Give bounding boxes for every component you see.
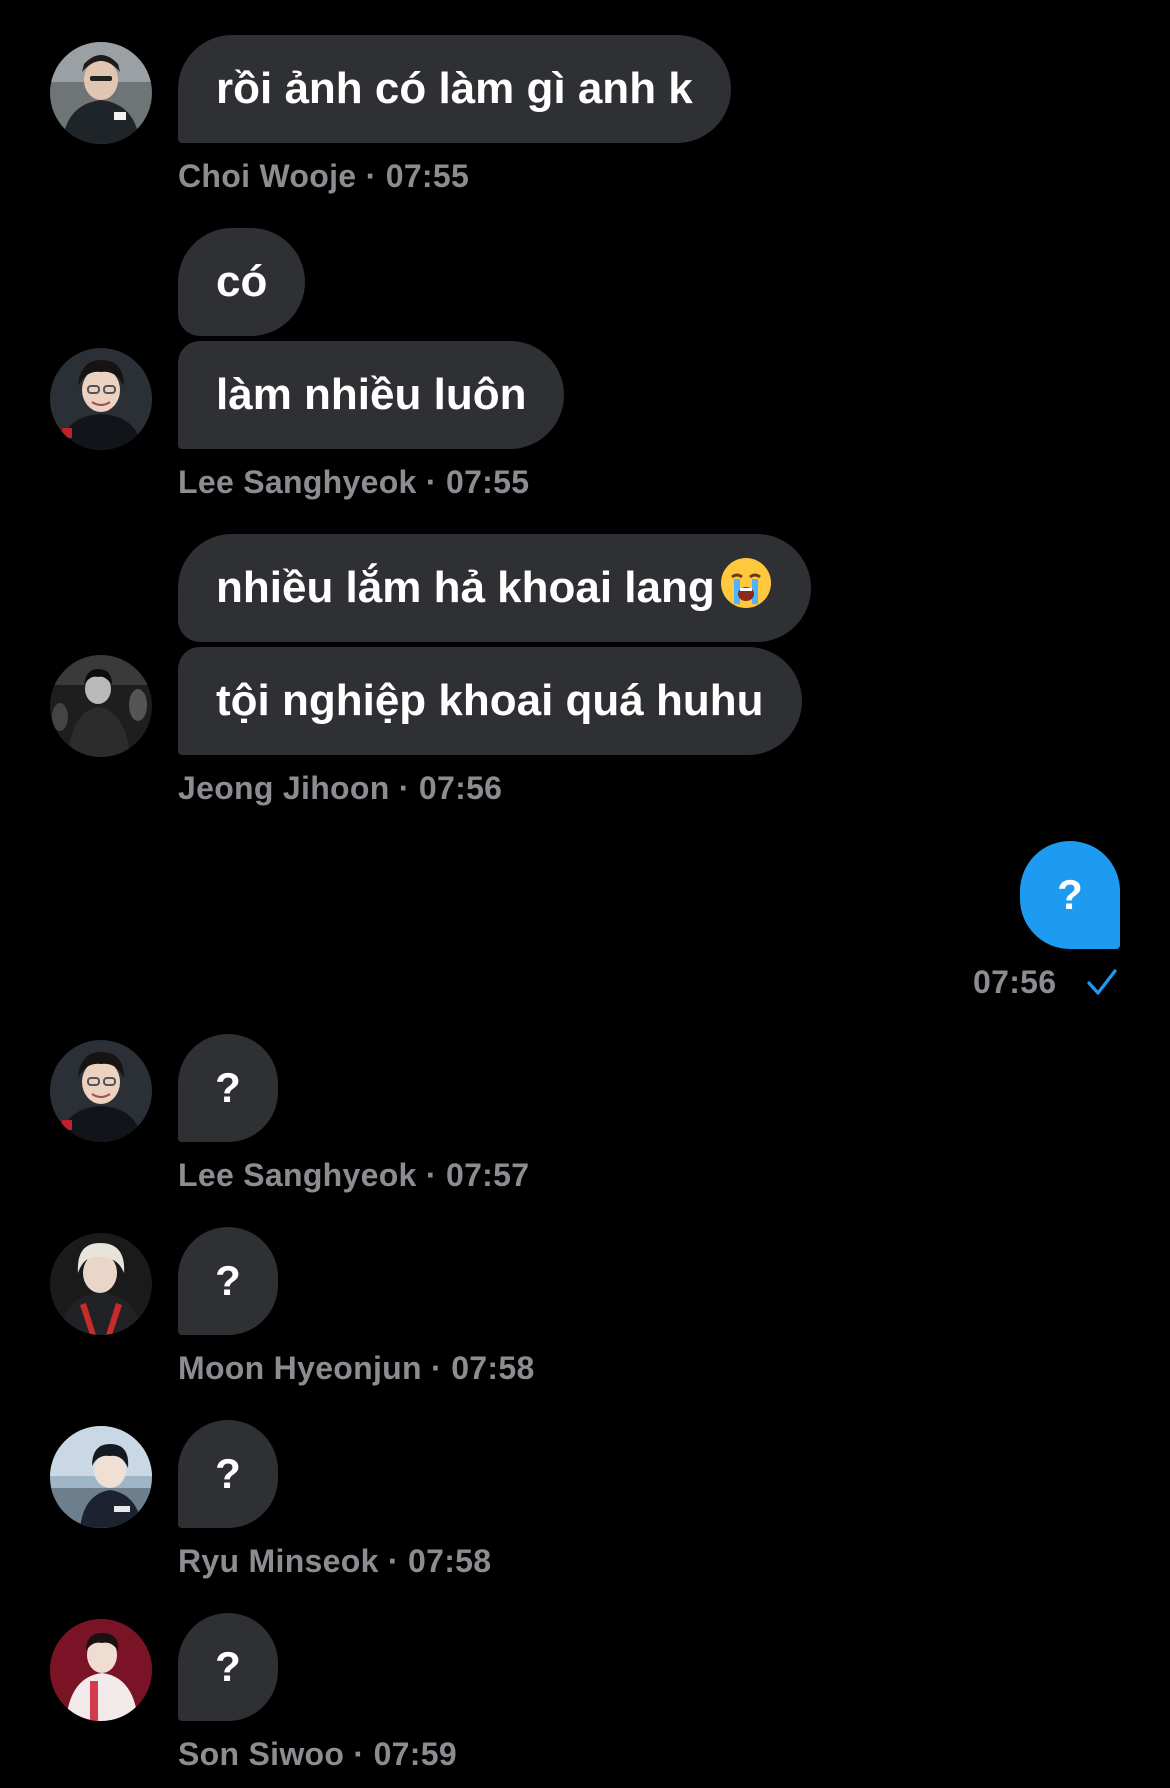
loudly-crying-face-emoji [719, 542, 773, 608]
message-bubble[interactable]: tội nghiệp khoai quá huhu [178, 647, 802, 755]
avatar-ryu-minseok[interactable] [50, 1426, 152, 1528]
message-text: có [216, 257, 268, 306]
avatar-moon-hyeonjun[interactable] [50, 1233, 152, 1335]
message-text: ? [215, 1643, 241, 1690]
message-text: làm nhiều luôn [216, 370, 527, 419]
message-bubble[interactable]: ? [178, 1227, 278, 1335]
avatar-choi-wooje[interactable] [50, 42, 152, 144]
avatar-lee-sanghyeok[interactable] [50, 348, 152, 450]
message-bubble[interactable]: làm nhiều luôn [178, 341, 565, 449]
checkmark-icon [1086, 966, 1118, 1003]
avatar-jeong-jihoon[interactable] [50, 655, 152, 757]
message-text: tội nghiệp khoai quá huhu [216, 676, 764, 725]
message-meta: Moon Hyeonjun · 07:58 [178, 1350, 535, 1386]
outgoing-message-bubble[interactable]: ? [1020, 841, 1120, 949]
message-bubble[interactable]: có [178, 228, 306, 336]
chat-thread: rồi ảnh có làm gì anh k Choi Wooje · 07:… [0, 0, 1170, 1788]
message-meta: Ryu Minseok · 07:58 [178, 1543, 492, 1579]
message-text: ? [215, 1257, 241, 1304]
message-text: rồi ảnh có làm gì anh k [216, 64, 693, 113]
message-meta: Son Siwoo · 07:59 [178, 1736, 457, 1772]
message-bubble[interactable]: ? [178, 1034, 278, 1142]
message-text: ? [215, 1064, 241, 1111]
message-text: ? [1057, 871, 1083, 918]
message-text: nhiều lắm hả khoai lang [216, 563, 715, 612]
outgoing-message-time: 07:56 [973, 964, 1057, 1000]
message-bubble[interactable]: ? [178, 1420, 278, 1528]
avatar-son-siwoo[interactable] [50, 1619, 152, 1721]
avatar-lee-sanghyeok[interactable] [50, 1040, 152, 1142]
message-bubble[interactable]: nhiều lắm hả khoai lang [178, 534, 811, 642]
message-meta: Jeong Jihoon · 07:56 [178, 770, 503, 806]
message-meta: Lee Sanghyeok · 07:57 [178, 1157, 530, 1193]
message-bubble[interactable]: rồi ảnh có làm gì anh k [178, 35, 731, 143]
message-meta: Choi Wooje · 07:55 [178, 158, 470, 194]
message-text: ? [215, 1450, 241, 1497]
message-meta: Lee Sanghyeok · 07:55 [178, 464, 530, 500]
message-bubble[interactable]: ? [178, 1613, 278, 1721]
